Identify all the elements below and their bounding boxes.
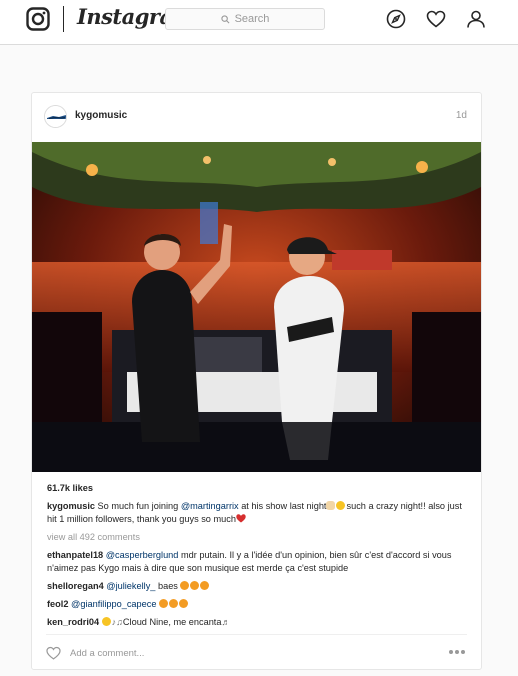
explore-button[interactable]: [385, 8, 407, 30]
caption-text-1: So much fun joining: [95, 501, 181, 511]
caption-mention[interactable]: @martingarrix: [181, 501, 239, 511]
activity-button[interactable]: [425, 8, 447, 30]
post-username[interactable]: kygomusic: [75, 110, 127, 121]
profile-icon: [467, 10, 485, 28]
post-card: kygomusic 1d 61.7k likes kygomusic So mu…: [31, 92, 482, 670]
comment-item: feol2 @gianfilippo_capece: [47, 598, 472, 611]
comment-username[interactable]: ken_rodri04: [47, 617, 99, 627]
top-navigation: Instagram Search: [0, 0, 518, 45]
caption-text-2: at his show last night: [238, 501, 327, 511]
smiling-emoji: [101, 617, 111, 626]
music-note-emoji: ♬: [221, 617, 231, 627]
music-note-emoji: ♪♫: [111, 617, 123, 627]
heart-eyes-emoji: [190, 581, 200, 590]
concert-photo: [32, 142, 481, 472]
more-options-icon[interactable]: [448, 649, 466, 655]
post-photo[interactable]: [32, 142, 481, 472]
avatar[interactable]: [44, 105, 67, 128]
heart-eyes-emoji: [200, 581, 210, 590]
profile-button[interactable]: [465, 8, 487, 30]
post-caption: kygomusic So much fun joining @martingar…: [47, 500, 472, 526]
comment-item: ken_rodri04 ♪♫Cloud Nine, me encanta♬: [47, 616, 472, 629]
red-heart-emoji: [236, 514, 246, 523]
comment-mention[interactable]: @casperberglund: [106, 550, 179, 560]
comment-item: ethanpatel18 @casperberglund mdr putain.…: [47, 549, 472, 575]
comment-mention[interactable]: @juliekelly_: [106, 581, 155, 591]
add-comment-input[interactable]: [70, 643, 410, 663]
search-icon: [220, 14, 230, 23]
post-details: 61.7k likes kygomusic So much fun joinin…: [47, 482, 472, 634]
post-timestamp[interactable]: 1d: [456, 110, 467, 121]
search-placeholder: Search: [234, 13, 270, 25]
post-footer: [46, 634, 467, 666]
heart-eyes-cat-emoji: [179, 599, 189, 608]
comment-username[interactable]: ethanpatel18: [47, 550, 103, 560]
comment-item: shelloregan4 @juliekelly_ baes: [47, 580, 472, 593]
avatar-image: [45, 106, 66, 127]
heart-eyes-emoji: [180, 581, 190, 590]
caption-username[interactable]: kygomusic: [47, 501, 95, 511]
camera-logo-icon[interactable]: [26, 7, 50, 31]
heart-icon: [426, 10, 446, 28]
comment-username[interactable]: shelloregan4: [47, 581, 104, 591]
comment-text: baes: [155, 581, 178, 591]
likes-count[interactable]: 61.7k likes: [47, 482, 472, 495]
nav-divider: [63, 6, 64, 32]
heart-eyes-cat-emoji: [169, 599, 179, 608]
heart-eyes-cat-emoji: [159, 599, 169, 608]
view-all-comments-link[interactable]: view all 492 comments: [47, 531, 472, 544]
like-heart-icon[interactable]: [46, 646, 61, 660]
compass-icon: [386, 9, 406, 29]
comment-mention[interactable]: @gianfilippo_capece: [71, 599, 156, 609]
clapping-hands-emoji: [336, 501, 346, 510]
comment-text: Cloud Nine, me encanta: [122, 617, 222, 627]
search-box[interactable]: Search: [165, 8, 325, 30]
post-header: kygomusic 1d: [32, 93, 481, 142]
comment-username[interactable]: feol2: [47, 599, 68, 609]
raised-hands-emoji: [326, 501, 336, 510]
